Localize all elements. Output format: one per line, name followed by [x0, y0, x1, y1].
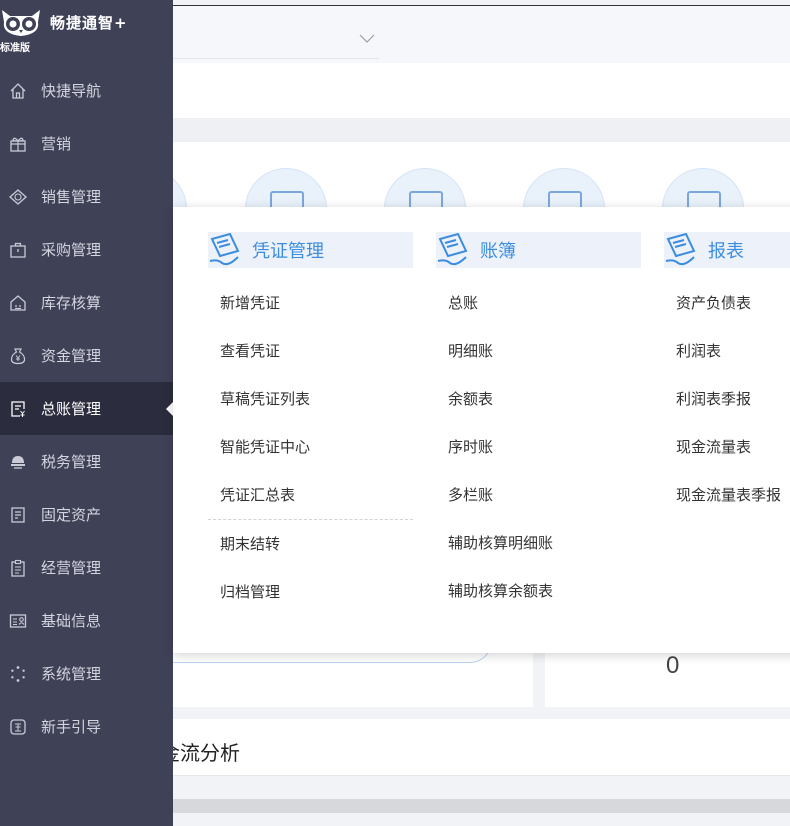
voucher-header: 凭证管理 — [208, 232, 413, 268]
sidebar-item-general-ledger[interactable]: 总账管理 — [0, 382, 173, 435]
sidebar-item-label: 税务管理 — [41, 453, 102, 471]
sidebar-item-label: 新手引导 — [41, 718, 102, 736]
sidebar-item-inventory[interactable]: 库存核算 — [0, 276, 173, 329]
sidebar-item-label: 采购管理 — [41, 241, 102, 259]
books-list: 总账 明细账 余额表 序时账 多栏账 辅助核算明细账 辅助核算余额表 — [436, 279, 641, 615]
menu-item-income-quarterly[interactable]: 利润表季报 — [664, 375, 790, 423]
money-bag-icon — [8, 346, 28, 366]
menu-item-income-statement[interactable]: 利润表 — [664, 327, 790, 375]
account-set-select[interactable] — [173, 20, 379, 59]
app-root: 0 金流分析 畅捷通智+ 标准版 快捷导航 营销 销售管理 采购管理 库存核算 … — [0, 0, 790, 826]
menu-item-aux-detail[interactable]: 辅助核算明细账 — [436, 519, 641, 567]
sidebar-item-purchase[interactable]: 采购管理 — [0, 223, 173, 276]
menu-item-cash-flow[interactable]: 现金流量表 — [664, 423, 790, 471]
menu-item-general-ledger[interactable]: 总账 — [436, 279, 641, 327]
new-badge-icon — [8, 717, 28, 737]
sidebar-item-label: 基础信息 — [41, 612, 102, 630]
spinner-icon — [8, 664, 28, 684]
sidebar-item-tax[interactable]: 税务管理 — [0, 435, 173, 488]
clipboard-icon — [8, 558, 28, 578]
sidebar-item-funds[interactable]: 资金管理 — [0, 329, 173, 382]
summary-card — [173, 640, 533, 707]
gift-icon — [8, 134, 28, 154]
ledger-icon — [8, 399, 28, 419]
sidebar-item-label: 资金管理 — [41, 347, 102, 365]
top-bar — [173, 5, 790, 64]
sidebar: 畅捷通智+ 标准版 快捷导航 营销 销售管理 采购管理 库存核算 资金管理 总账… — [0, 0, 173, 826]
owl-logo-icon — [2, 10, 40, 36]
sidebar-item-fixed-assets[interactable]: 固定资产 — [0, 488, 173, 541]
brand-edition: 标准版 — [0, 43, 30, 54]
content-divider — [173, 118, 790, 142]
summary-value: 0 — [666, 652, 680, 679]
sidebar-item-quick-nav[interactable]: 快捷导航 — [0, 64, 173, 117]
id-card-icon — [8, 611, 28, 631]
asset-icon — [8, 505, 28, 525]
menu-item-cash-flow-quarterly[interactable]: 现金流量表季报 — [664, 471, 790, 519]
horizontal-scrollbar[interactable] — [173, 799, 790, 813]
books-title: 账簿 — [480, 241, 516, 262]
sidebar-item-label: 销售管理 — [41, 188, 102, 206]
sales-icon — [8, 187, 28, 207]
pen-note-icon — [208, 233, 252, 267]
active-caret-icon — [166, 401, 173, 416]
sidebar-item-label: 快捷导航 — [41, 82, 102, 100]
sidebar-item-label: 固定资产 — [41, 506, 102, 524]
menu-item-multi-column-ledger[interactable]: 多栏账 — [436, 471, 641, 519]
chevron-down-icon[interactable] — [359, 34, 375, 44]
reports-list: 资产负债表 利润表 利润表季报 现金流量表 现金流量表季报 — [664, 279, 790, 519]
section-header — [173, 719, 790, 776]
reports-header: 报表 — [664, 232, 790, 268]
menu-item-aux-balance[interactable]: 辅助核算余额表 — [436, 567, 641, 615]
menu-item-draft-vouchers[interactable]: 草稿凭证列表 — [208, 375, 413, 423]
pen-note-icon — [436, 233, 480, 267]
pen-note-icon — [664, 233, 708, 267]
menu-item-period-end-transfer[interactable]: 期末结转 — [208, 520, 413, 568]
brand-name: 畅捷通智+ — [50, 14, 128, 32]
warehouse-icon — [8, 293, 28, 313]
reports-column: 报表 资产负债表 利润表 利润表季报 现金流量表 现金流量表季报 — [664, 232, 790, 519]
sidebar-nav: 快捷导航 营销 销售管理 采购管理 库存核算 资金管理 总账管理 税务管理 固定… — [0, 64, 173, 753]
home-icon — [8, 81, 28, 101]
menu-item-archive[interactable]: 归档管理 — [208, 568, 413, 616]
menu-item-new-voucher[interactable]: 新增凭证 — [208, 279, 413, 327]
menu-item-voucher-summary[interactable]: 凭证汇总表 — [208, 471, 413, 519]
sidebar-item-sales[interactable]: 销售管理 — [0, 170, 173, 223]
general-ledger-menu: 凭证管理 新增凭证 查看凭证 草稿凭证列表 智能凭证中心 凭证汇总表 期末结转 … — [173, 207, 790, 653]
sidebar-item-marketing[interactable]: 营销 — [0, 117, 173, 170]
sidebar-item-label: 库存核算 — [41, 294, 102, 312]
sidebar-item-basic-info[interactable]: 基础信息 — [0, 594, 173, 647]
sidebar-item-system[interactable]: 系统管理 — [0, 647, 173, 700]
reports-title: 报表 — [708, 241, 744, 262]
briefcase-icon — [8, 240, 28, 260]
menu-item-smart-voucher-center[interactable]: 智能凭证中心 — [208, 423, 413, 471]
sidebar-item-label: 经营管理 — [41, 559, 102, 577]
sidebar-item-label: 系统管理 — [41, 665, 102, 683]
tax-icon — [8, 452, 28, 472]
books-column: 账簿 总账 明细账 余额表 序时账 多栏账 辅助核算明细账 辅助核算余额表 — [436, 232, 641, 615]
sidebar-item-operations[interactable]: 经营管理 — [0, 541, 173, 594]
menu-item-journal[interactable]: 序时账 — [436, 423, 641, 471]
books-header: 账簿 — [436, 232, 641, 268]
voucher-title: 凭证管理 — [252, 241, 324, 262]
menu-item-balance-sheet-table[interactable]: 余额表 — [436, 375, 641, 423]
sidebar-item-guide[interactable]: 新手引导 — [0, 700, 173, 753]
voucher-column: 凭证管理 新增凭证 查看凭证 草稿凭证列表 智能凭证中心 凭证汇总表 期末结转 … — [208, 232, 413, 616]
sidebar-item-label: 营销 — [41, 135, 72, 153]
sidebar-item-label: 总账管理 — [41, 400, 102, 418]
voucher-list: 新增凭证 查看凭证 草稿凭证列表 智能凭证中心 凭证汇总表 期末结转 归档管理 — [208, 279, 413, 616]
menu-item-detail-ledger[interactable]: 明细账 — [436, 327, 641, 375]
menu-item-view-voucher[interactable]: 查看凭证 — [208, 327, 413, 375]
brand-logo[interactable]: 畅捷通智+ 标准版 — [0, 0, 173, 60]
toolbar-area — [173, 63, 790, 118]
menu-item-balance-sheet[interactable]: 资产负债表 — [664, 279, 790, 327]
